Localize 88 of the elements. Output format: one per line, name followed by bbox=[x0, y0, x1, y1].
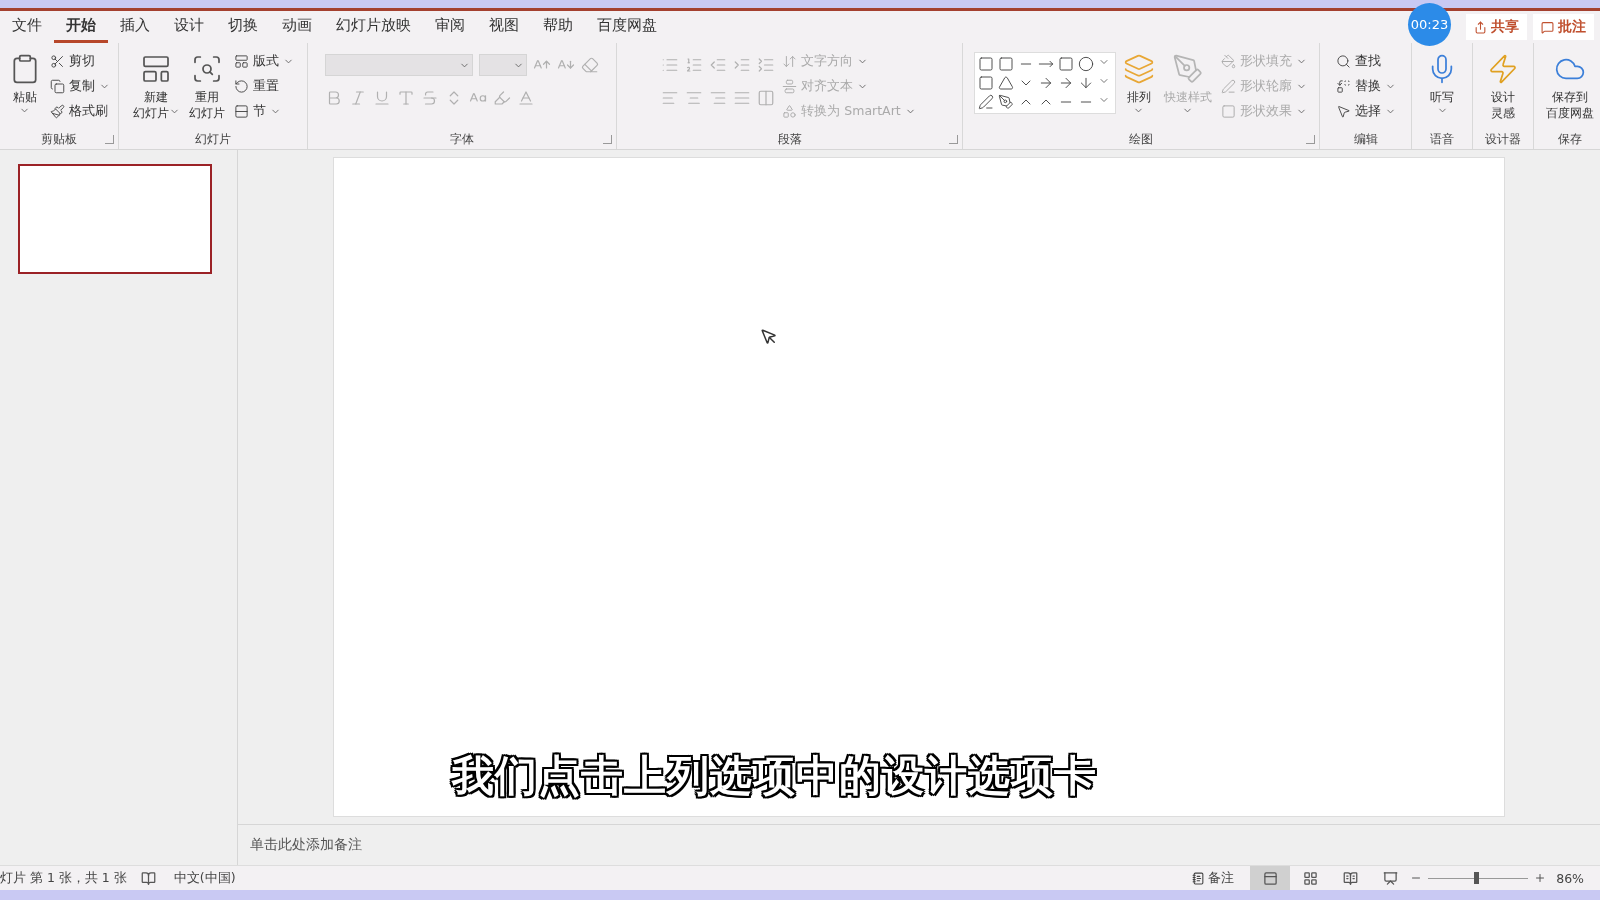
search-icon bbox=[1335, 53, 1351, 69]
book-icon[interactable] bbox=[140, 870, 156, 886]
shape-gallery[interactable] bbox=[973, 52, 1116, 114]
paint-bucket-icon bbox=[1220, 53, 1236, 69]
text-direction-icon bbox=[782, 53, 798, 69]
share-icon bbox=[1474, 20, 1487, 34]
ribbon-button[interactable]: 排列 bbox=[1120, 48, 1157, 118]
group-label: 幻灯片 bbox=[195, 131, 231, 148]
ribbon-button[interactable]: 粘贴 bbox=[6, 48, 43, 118]
new-slide-icon bbox=[140, 53, 172, 85]
layout-icon bbox=[233, 53, 249, 69]
language-label[interactable]: 中文(中国) bbox=[173, 869, 236, 887]
scissors-icon bbox=[49, 53, 65, 69]
paintbrush-icon bbox=[49, 103, 65, 119]
ribbon-button[interactable]: 替换 bbox=[1333, 75, 1398, 97]
group-label: 语音 bbox=[1430, 131, 1454, 148]
group-label: 保存 bbox=[1558, 131, 1582, 148]
cursor-icon bbox=[760, 328, 778, 346]
group-label: 段落 bbox=[777, 131, 802, 148]
ribbon-tab[interactable]: 审阅 bbox=[423, 11, 477, 43]
launcher-icon[interactable] bbox=[105, 135, 114, 144]
pointer-icon bbox=[1335, 103, 1351, 119]
ribbon-tab[interactable]: 插入 bbox=[108, 11, 162, 43]
ribbon-tab[interactable]: 设计 bbox=[162, 11, 216, 43]
comment-button[interactable]: 批注 bbox=[1533, 14, 1594, 40]
ribbon-button[interactable]: 重置 bbox=[231, 75, 296, 97]
ribbon-tab[interactable]: 百度网盘 bbox=[585, 11, 669, 43]
group-label: 设计器 bbox=[1485, 131, 1521, 148]
copy-icon bbox=[49, 78, 65, 94]
group-label: 字体 bbox=[450, 131, 474, 148]
ribbon-button[interactable]: 格式刷 bbox=[47, 100, 112, 122]
grid-view-icon bbox=[1302, 870, 1318, 886]
slide-info: 灯片 第 1 张，共 1 张 bbox=[0, 869, 127, 887]
slide-canvas[interactable] bbox=[333, 157, 1505, 817]
notes-button[interactable]: 备注 bbox=[1186, 868, 1241, 888]
ribbon-button[interactable]: 新建 幻灯片 bbox=[130, 48, 182, 123]
shape-icon[interactable] bbox=[977, 75, 994, 91]
share-button[interactable]: 共享 bbox=[1466, 14, 1527, 40]
shape-icon[interactable] bbox=[1077, 56, 1094, 72]
launcher-icon[interactable] bbox=[949, 135, 958, 144]
zoom-thumb[interactable] bbox=[1474, 872, 1480, 884]
normal-view-icon bbox=[1262, 870, 1278, 886]
outline-pen-icon bbox=[1220, 78, 1236, 94]
group-label: 编辑 bbox=[1353, 131, 1378, 148]
group-label: 绘图 bbox=[1129, 131, 1153, 148]
shape-icon[interactable] bbox=[1057, 56, 1074, 72]
reset-icon bbox=[233, 78, 249, 94]
shape-icon[interactable] bbox=[977, 56, 994, 72]
ribbon-tab[interactable]: 切换 bbox=[216, 11, 270, 43]
ribbon-button[interactable]: 复制 bbox=[47, 75, 112, 97]
section-icon bbox=[233, 103, 249, 119]
view-button[interactable] bbox=[1250, 866, 1291, 890]
ribbon-button[interactable]: 听写 bbox=[1424, 48, 1460, 118]
group-label: 剪贴板 bbox=[41, 131, 77, 148]
ribbon-tab[interactable]: 幻灯片放映 bbox=[324, 11, 423, 43]
shape-icon[interactable] bbox=[997, 56, 1014, 72]
align-text-icon bbox=[782, 78, 798, 94]
notes-placeholder[interactable]: 单击此处添加备注 bbox=[250, 836, 362, 854]
comment-icon bbox=[1541, 20, 1554, 34]
ribbon-button[interactable]: 保存到 百度网盘 bbox=[1544, 48, 1596, 123]
ribbon-button[interactable]: 重用 幻灯片 bbox=[186, 48, 227, 123]
launcher-icon[interactable] bbox=[1306, 135, 1315, 144]
layers-icon bbox=[1122, 53, 1155, 85]
slideshow-icon bbox=[1382, 870, 1398, 886]
ribbon-button[interactable]: 版式 bbox=[231, 50, 296, 72]
pen-icon bbox=[1171, 53, 1204, 85]
ribbon-button[interactable]: 剪切 bbox=[47, 50, 112, 72]
ribbon-button[interactable]: 选择 bbox=[1333, 100, 1398, 122]
shape-icon[interactable] bbox=[977, 94, 994, 110]
notes-icon bbox=[1192, 871, 1206, 885]
ribbon-tab[interactable]: 视图 bbox=[477, 11, 531, 43]
lightning-icon bbox=[1487, 53, 1519, 85]
replace-icon bbox=[1335, 78, 1351, 94]
reading-view-icon bbox=[1342, 870, 1358, 886]
ribbon-tab[interactable]: 帮助 bbox=[531, 11, 585, 43]
zoom-level[interactable]: 86% bbox=[1556, 870, 1584, 886]
slide-thumbnail[interactable] bbox=[18, 164, 212, 274]
effects-icon bbox=[1220, 103, 1236, 119]
ribbon-button[interactable]: 节 bbox=[231, 100, 296, 122]
shapes-icon bbox=[782, 103, 798, 119]
shape-icon[interactable] bbox=[997, 75, 1014, 91]
ribbon-button[interactable]: 查找 bbox=[1333, 50, 1398, 72]
ribbon-button[interactable]: 设计 灵感 bbox=[1485, 48, 1521, 123]
zoom-in-icon[interactable] bbox=[1534, 872, 1547, 884]
ribbon-tab[interactable]: 文件 bbox=[0, 11, 54, 43]
launcher-icon[interactable] bbox=[603, 135, 612, 144]
ribbon-tab[interactable]: 动画 bbox=[270, 11, 324, 43]
shape-icon[interactable] bbox=[997, 94, 1014, 110]
